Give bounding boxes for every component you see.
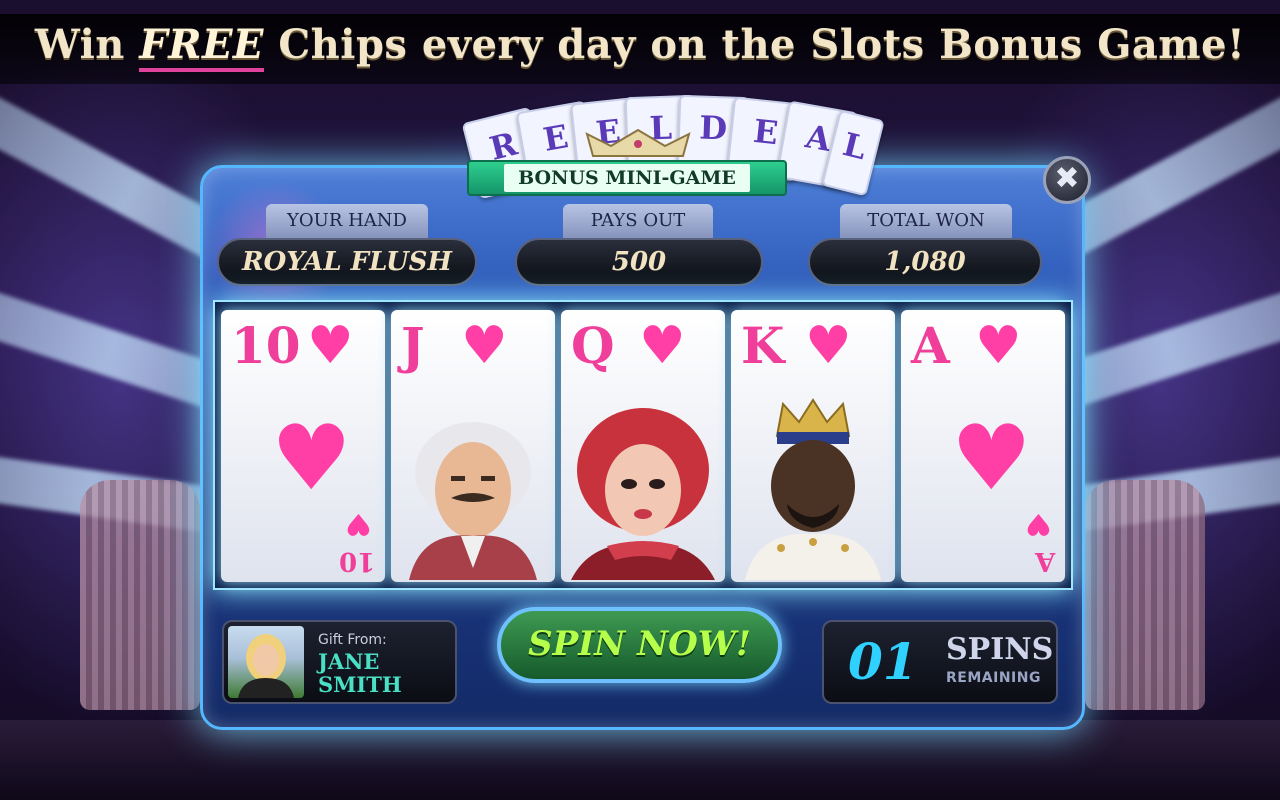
stage-floor bbox=[0, 720, 1280, 800]
king-portrait bbox=[745, 398, 881, 580]
pillar-right bbox=[1085, 480, 1205, 710]
card-rank: Q bbox=[571, 316, 615, 375]
heart-icon: ♥ bbox=[639, 316, 686, 376]
bonus-badge-label: BONUS MINI-GAME bbox=[504, 164, 750, 192]
card-rank: J bbox=[401, 316, 425, 375]
heart-icon: ♥ bbox=[805, 316, 852, 376]
avatar-photo bbox=[238, 634, 294, 698]
card-rank: K bbox=[741, 316, 785, 375]
close-icon: ✖ bbox=[1054, 161, 1080, 196]
gift-sender-first: JANE bbox=[318, 649, 380, 674]
stat-label: YOUR HAND bbox=[266, 204, 428, 238]
promo-headline: Win FREE Chips every day on the Slots Bo… bbox=[0, 14, 1280, 84]
spins-remaining-panel: 01 SPINS REMAINING bbox=[822, 620, 1058, 704]
playing-card-k: K ♥ bbox=[731, 310, 895, 582]
reel-strip: 10 ♥ ♥ ♥ 10 J ♥ Q ♥ K ♥ A ♥ ♥ ♥ A bbox=[213, 300, 1073, 590]
heart-icon: ♥ bbox=[1025, 506, 1052, 541]
playing-card-j: J ♥ bbox=[391, 310, 555, 582]
spins-sublabel: REMAINING bbox=[946, 670, 1041, 686]
playing-card-q: Q ♥ bbox=[561, 310, 725, 582]
jack-portrait bbox=[409, 422, 537, 580]
stat-value: 500 bbox=[515, 238, 763, 286]
gift-sender-name: JANE SMITH bbox=[318, 650, 453, 696]
spins-label: SPINS bbox=[946, 632, 1054, 667]
gift-from-label: Gift From: bbox=[318, 632, 387, 648]
bonus-badge: BONUS MINI-GAME bbox=[467, 160, 787, 196]
heart-icon: ♥ bbox=[951, 406, 1032, 511]
avatar bbox=[228, 626, 304, 698]
headline-pre: Win bbox=[34, 21, 140, 68]
gift-sender-last: SMITH bbox=[318, 672, 402, 697]
stat-value: 1,080 bbox=[808, 238, 1042, 286]
pillar-left bbox=[80, 480, 200, 710]
spin-now-button[interactable]: SPIN NOW! bbox=[497, 607, 782, 683]
close-button[interactable]: ✖ bbox=[1043, 156, 1091, 204]
stat-value: ROYAL FLUSH bbox=[217, 238, 477, 286]
card-rank-reversed: 10 bbox=[338, 546, 375, 576]
stat-label: PAYS OUT bbox=[563, 204, 713, 238]
playing-card-a: A ♥ ♥ ♥ A bbox=[901, 310, 1065, 582]
card-rank-reversed: A bbox=[1034, 546, 1055, 576]
stat-label: TOTAL WON bbox=[840, 204, 1012, 238]
queen-portrait bbox=[571, 408, 715, 580]
spins-count: 01 bbox=[848, 632, 918, 691]
card-rank: A bbox=[911, 316, 950, 375]
crown-icon bbox=[585, 128, 691, 157]
headline-free: FREE bbox=[139, 21, 264, 72]
heart-icon: ♥ bbox=[975, 316, 1022, 376]
card-rank: 10 bbox=[231, 316, 301, 375]
gift-panel[interactable]: Gift From: JANE SMITH bbox=[222, 620, 457, 704]
heart-icon: ♥ bbox=[271, 406, 352, 511]
heart-icon: ♥ bbox=[345, 506, 372, 541]
headline-post: Chips every day on the Slots Bonus Game! bbox=[263, 21, 1246, 68]
playing-card-10: 10 ♥ ♥ ♥ 10 bbox=[221, 310, 385, 582]
heart-icon: ♥ bbox=[461, 316, 508, 376]
heart-icon: ♥ bbox=[307, 316, 354, 376]
